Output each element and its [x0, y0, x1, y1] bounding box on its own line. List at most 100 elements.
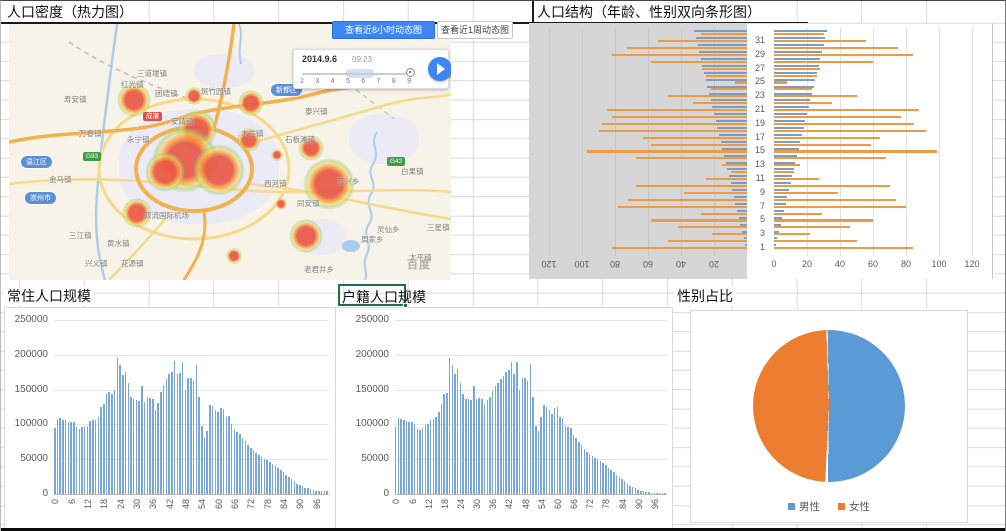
hist-bar [519, 390, 520, 494]
bar-right-orange [774, 164, 800, 166]
town-label: 双流国际机场 [144, 210, 189, 221]
bar-left-blue [731, 182, 748, 184]
hist-bar [198, 397, 200, 494]
hist-bar [321, 491, 323, 494]
title-structure[interactable]: 人口结构（年龄、性别双向条形图） [534, 3, 764, 21]
hist-bar [114, 390, 116, 494]
hist-bar [117, 358, 119, 494]
hist-bar [288, 477, 290, 494]
bar-left-blue [707, 86, 747, 88]
hist-bar [182, 362, 184, 494]
slider-track[interactable] [302, 73, 414, 75]
hist-bar [313, 490, 315, 494]
town-label: 万兴乡 [337, 176, 360, 187]
bar-right-orange [774, 81, 787, 83]
slider-tick-label: 9 [404, 78, 414, 85]
hist-bar [503, 376, 504, 494]
hist-bar [592, 456, 593, 494]
hist-xtick: 60 [553, 499, 563, 509]
hist-bar [452, 365, 453, 494]
hist-bar [540, 417, 541, 494]
hist-bar [304, 488, 306, 494]
spreadsheet: 人口密度（热力图） 人口结构（年龄、性别双向条形图） 常住人口规模 性别占比 [0, 0, 1006, 531]
hist-bar [578, 442, 579, 494]
bar-left-orange [612, 116, 747, 118]
hist-bar [408, 422, 409, 494]
bar-right-orange [774, 150, 937, 152]
bar-right-orange [774, 109, 919, 111]
hist-bar [619, 477, 620, 494]
hist-xtick: 0 [391, 499, 401, 504]
hist-xtick: 66 [230, 499, 240, 509]
title-resident[interactable]: 常住人口规模 [4, 287, 94, 305]
hist-xtick: 78 [601, 499, 611, 509]
hist-ytick: 200000 [345, 349, 389, 360]
pyramid-category-label: 15 [749, 147, 765, 154]
pyramid-category-label: 5 [749, 216, 765, 223]
title-gender[interactable]: 性别占比 [674, 287, 736, 305]
hist-bar [215, 410, 217, 494]
bar-right-blue [774, 86, 814, 88]
bar-right-blue [774, 148, 799, 150]
hist-xtick: 18 [99, 499, 109, 509]
population-structure-chart[interactable]: 1357911131517192123252729310202040406060… [529, 23, 993, 279]
hist-bar [166, 379, 168, 494]
hist-bar [570, 428, 571, 494]
bar-right-orange [774, 213, 822, 215]
slider-tick-label: 6 [358, 78, 368, 85]
hist-bar [147, 397, 149, 494]
hist-bar [57, 419, 59, 494]
pie [752, 329, 907, 484]
hist-bar [659, 493, 660, 494]
bar-right-blue [774, 30, 827, 32]
hist-bar [511, 362, 512, 494]
bar-right-orange [774, 116, 901, 118]
hist-gridline [54, 320, 329, 321]
hist-bar [79, 429, 81, 494]
hist-bar [589, 454, 590, 494]
bar-left-blue [699, 51, 747, 53]
bar-left-blue [711, 99, 747, 101]
hist-bar [250, 448, 252, 494]
view-1week-button[interactable]: 查看近1周动态图 [437, 21, 513, 39]
bar-left-orange [668, 95, 747, 97]
bar-right-orange [774, 33, 824, 35]
view-8h-button[interactable]: 查看近8小时动态图 [332, 21, 435, 39]
hist-bar [163, 385, 165, 494]
pyramid-category-label: 27 [749, 65, 765, 72]
bar-left-blue [717, 127, 747, 129]
resident-population-chart[interactable]: 0500001000001500002000002500000612182430… [4, 307, 339, 529]
legend-item: 男性 [788, 499, 820, 514]
hist-bar [414, 424, 415, 494]
hist-bar [185, 390, 187, 494]
bar-right-blue [774, 162, 795, 164]
bar-right-orange [774, 240, 857, 242]
hist-ytick: 50000 [4, 453, 48, 464]
hist-xtick: 12 [83, 499, 93, 509]
title-density[interactable]: 人口密度（热力图） [4, 3, 136, 21]
hist-xtick: 18 [440, 499, 450, 509]
town-label: 三星镇 [427, 222, 450, 233]
bar-left-blue [704, 72, 747, 74]
bar-left-blue [712, 106, 747, 108]
bar-left-orange [693, 102, 747, 104]
bar-left-orange [602, 123, 747, 125]
bar-right-orange [774, 219, 873, 221]
bar-right-orange [774, 247, 913, 249]
pyramid-category-label: 7 [749, 203, 765, 210]
hist-bar [68, 422, 70, 494]
hist-bar [473, 386, 474, 494]
bar-right-blue [774, 168, 794, 170]
registered-population-chart[interactable]: 0500001000001500002000002500000612182430… [335, 307, 673, 529]
density-heatmap-image[interactable]: 三道堰镇红光镇团结镇斑竹园镇泰兴镇木兰镇石板滩镇西河镇同安镇安靖镇万春镇寿安镇永… [9, 24, 451, 280]
hist-bar [484, 404, 485, 494]
slider-handle[interactable] [406, 68, 415, 77]
hist-xtick: 42 [165, 499, 175, 509]
bar-left-blue [740, 224, 747, 226]
gender-pie-chart[interactable]: 男性女性 [690, 310, 968, 523]
heat-blob [238, 90, 264, 116]
bar-left-blue [706, 79, 747, 81]
bar-left-blue [732, 189, 747, 191]
play-button[interactable] [428, 57, 451, 81]
hist-xtick: 60 [214, 499, 224, 509]
